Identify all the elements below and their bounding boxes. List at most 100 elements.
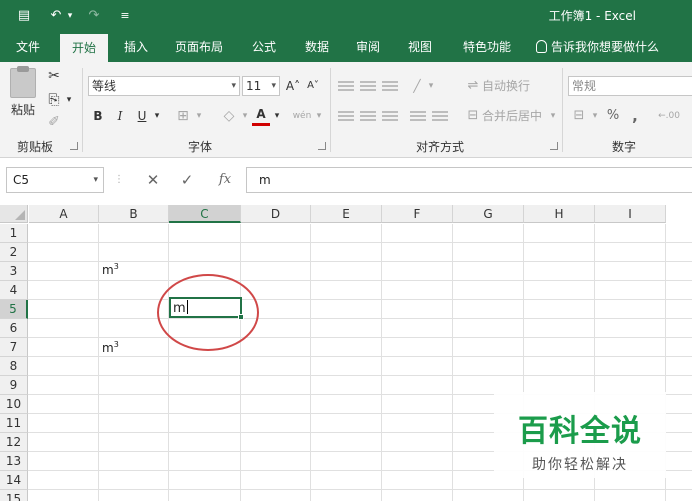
font-family-select[interactable]: 等线 ▾	[88, 76, 240, 96]
fill-color-icon[interactable]: ◇	[218, 106, 240, 126]
column-header-e[interactable]: E	[311, 205, 382, 223]
paste-button[interactable]: 粘贴	[6, 100, 40, 120]
row-header-6[interactable]: 6	[0, 319, 28, 338]
row-header-5[interactable]: 5	[0, 300, 28, 319]
phonetic-guide-button[interactable]: wén	[292, 106, 312, 126]
save-icon[interactable]: ▤	[14, 6, 34, 26]
row-header-9[interactable]: 9	[0, 376, 28, 395]
tab-home[interactable]: 开始	[60, 34, 108, 62]
clipboard-launcher-icon[interactable]	[70, 142, 78, 150]
shrink-font-button[interactable]: A˅	[304, 76, 322, 96]
row-header-2[interactable]: 2	[0, 243, 28, 262]
copy-icon[interactable]: ⎘	[44, 90, 64, 110]
number-group-label: 数字	[611, 140, 636, 154]
underline-button[interactable]: U	[134, 106, 150, 126]
borders-dropdown-icon[interactable]: ▾	[194, 106, 204, 126]
column-header-h[interactable]: H	[524, 205, 595, 223]
font-size-select[interactable]: 11 ▾	[242, 76, 280, 96]
row-header-10[interactable]: 10	[0, 395, 28, 414]
row-header-3[interactable]: 3	[0, 262, 28, 281]
row-header-15[interactable]: 15	[0, 490, 28, 501]
row-header-13[interactable]: 13	[0, 452, 28, 471]
tab-data[interactable]: 数据	[296, 32, 338, 62]
align-center-icon[interactable]	[360, 111, 376, 121]
tab-file[interactable]: 文件	[6, 32, 50, 62]
tab-insert[interactable]: 插入	[114, 32, 158, 62]
row-header-14[interactable]: 14	[0, 471, 28, 490]
format-painter-icon[interactable]: ✐	[44, 112, 64, 132]
tab-special-features[interactable]: 特色功能	[452, 32, 522, 62]
increase-indent-icon[interactable]	[432, 111, 448, 121]
font-color-button[interactable]: A	[252, 104, 270, 126]
currency-format-icon[interactable]: ⊟	[570, 106, 588, 126]
row-header-8[interactable]: 8	[0, 357, 28, 376]
number-format-select[interactable]: 常规	[568, 76, 692, 96]
merge-dropdown-icon[interactable]: ▾	[548, 106, 558, 126]
align-right-icon[interactable]	[382, 111, 398, 121]
copy-dropdown-icon[interactable]: ▾	[64, 90, 74, 110]
merge-center-button[interactable]: 合并后居中	[482, 106, 546, 126]
merge-center-icon[interactable]: ⊟	[464, 106, 482, 126]
column-header-f[interactable]: F	[382, 205, 453, 223]
italic-button[interactable]: I	[112, 106, 128, 126]
cancel-entry-button[interactable]: ✕	[142, 167, 164, 193]
tab-page-layout[interactable]: 页面布局	[168, 32, 230, 62]
cell-b7[interactable]: m3	[102, 340, 119, 355]
column-header-d[interactable]: D	[241, 205, 311, 223]
row-header-12[interactable]: 12	[0, 433, 28, 452]
undo-icon[interactable]: ↶	[46, 6, 66, 26]
cut-icon[interactable]: ✂	[44, 66, 64, 86]
wrap-text-button[interactable]: 自动换行	[482, 76, 536, 96]
tab-review[interactable]: 审阅	[346, 32, 390, 62]
font-color-dropdown-icon[interactable]: ▾	[272, 106, 282, 126]
column-header-a[interactable]: A	[29, 205, 99, 223]
currency-dropdown-icon[interactable]: ▾	[590, 106, 600, 126]
orientation-icon[interactable]: ╱	[408, 76, 426, 96]
select-all-button[interactable]	[0, 205, 28, 223]
decrease-indent-icon[interactable]	[410, 111, 426, 121]
borders-icon[interactable]: ⊞	[172, 106, 194, 126]
wrap-text-icon[interactable]: ⇌	[464, 76, 482, 96]
percent-format-button[interactable]: %	[604, 106, 622, 126]
row-header-7[interactable]: 7	[0, 338, 28, 357]
name-box[interactable]: C5 ▾	[6, 167, 104, 193]
align-top-icon[interactable]	[338, 81, 354, 91]
cell-b3[interactable]: m3	[102, 262, 119, 277]
orientation-dropdown-icon[interactable]: ▾	[426, 76, 436, 96]
row-header-11[interactable]: 11	[0, 414, 28, 433]
underline-dropdown-icon[interactable]: ▾	[152, 106, 162, 126]
undo-dropdown-icon[interactable]: ▾	[64, 6, 76, 26]
column-header-g[interactable]: G	[453, 205, 524, 223]
increase-decimal-button[interactable]: ←.00	[652, 106, 686, 126]
alignment-launcher-icon[interactable]	[550, 142, 558, 150]
row-header-1[interactable]: 1	[0, 224, 28, 243]
redo-icon[interactable]: ↷	[84, 6, 104, 26]
font-family-value: 等线	[92, 79, 117, 93]
align-bottom-icon[interactable]	[382, 81, 398, 91]
ribbon-tabs: 文件 开始 插入 页面布局 公式 数据 审阅 视图 特色功能 告诉我你想要做什么	[0, 32, 692, 62]
customize-quick-access-icon[interactable]: ≡	[118, 6, 132, 26]
column-header-b[interactable]: B	[99, 205, 169, 223]
bold-button[interactable]: B	[90, 106, 106, 126]
insert-function-button[interactable]: fx	[212, 167, 238, 193]
grow-font-button[interactable]: A˄	[284, 76, 302, 96]
column-header-c[interactable]: C	[169, 205, 241, 223]
column-header-i[interactable]: I	[595, 205, 666, 223]
name-box-value: C5	[13, 173, 30, 187]
formula-input[interactable]: m	[246, 167, 692, 193]
confirm-entry-button[interactable]: ✓	[176, 167, 198, 193]
paste-icon[interactable]	[10, 66, 36, 98]
row-header-4[interactable]: 4	[0, 281, 28, 300]
comma-style-button[interactable]: ,	[628, 106, 642, 126]
font-launcher-icon[interactable]	[318, 142, 326, 150]
tell-me-box[interactable]: 告诉我你想要做什么	[536, 32, 659, 62]
lightbulb-icon	[536, 40, 547, 53]
tab-formulas[interactable]: 公式	[240, 32, 288, 62]
align-left-icon[interactable]	[338, 111, 354, 121]
tab-view[interactable]: 视图	[398, 32, 442, 62]
gridline-horizontal	[28, 242, 692, 243]
align-middle-icon[interactable]	[360, 81, 376, 91]
phonetic-dropdown-icon[interactable]: ▾	[314, 106, 324, 126]
fill-dropdown-icon[interactable]: ▾	[240, 106, 250, 126]
gridline-horizontal	[28, 299, 692, 300]
